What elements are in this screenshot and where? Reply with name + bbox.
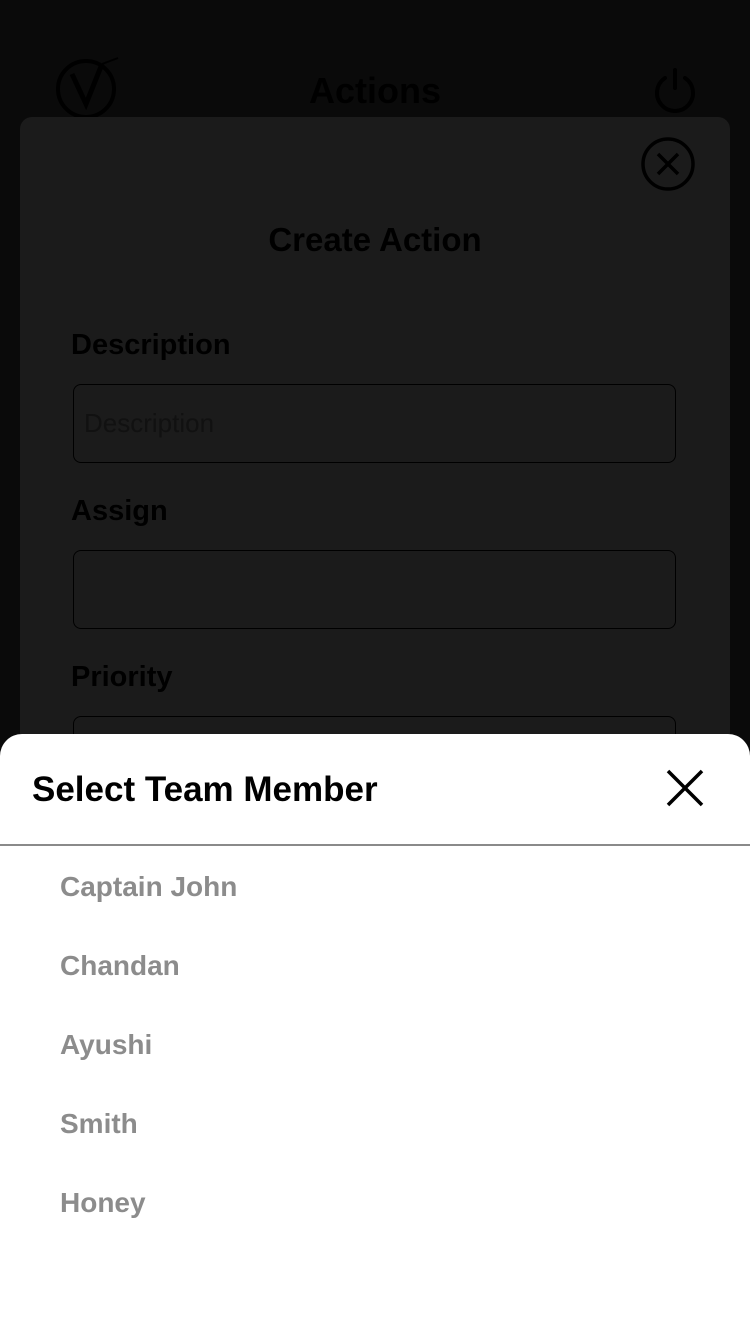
- page-title: Actions: [308, 70, 441, 111]
- team-member-item[interactable]: Ayushi: [0, 1005, 750, 1084]
- priority-label: Priority: [71, 661, 173, 693]
- description-label: Description: [71, 329, 231, 361]
- team-member-list: Captain John Chandan Ayushi Smith Honey: [0, 847, 750, 1242]
- description-input[interactable]: Description: [73, 384, 676, 463]
- create-action-modal: Create Action Description Description As…: [20, 117, 730, 817]
- create-action-title: Create Action: [268, 221, 482, 258]
- power-icon[interactable]: [650, 66, 700, 116]
- close-icon[interactable]: [660, 764, 710, 814]
- assign-label: Assign: [71, 495, 168, 527]
- team-member-item[interactable]: Captain John: [0, 847, 750, 926]
- assign-input[interactable]: [73, 550, 676, 629]
- app-header: Actions: [0, 0, 750, 120]
- select-team-member-sheet: Select Team Member Captain John Chandan …: [0, 734, 750, 1334]
- team-member-item[interactable]: Chandan: [0, 926, 750, 1005]
- team-member-item[interactable]: Honey: [0, 1163, 750, 1242]
- screen: Actions Create Action Description Descri…: [0, 0, 750, 1334]
- description-placeholder: Description: [84, 408, 215, 438]
- close-circle-icon[interactable]: [640, 136, 696, 192]
- divider: [0, 844, 750, 846]
- team-member-item[interactable]: Smith: [0, 1084, 750, 1163]
- sheet-title: Select Team Member: [32, 770, 378, 809]
